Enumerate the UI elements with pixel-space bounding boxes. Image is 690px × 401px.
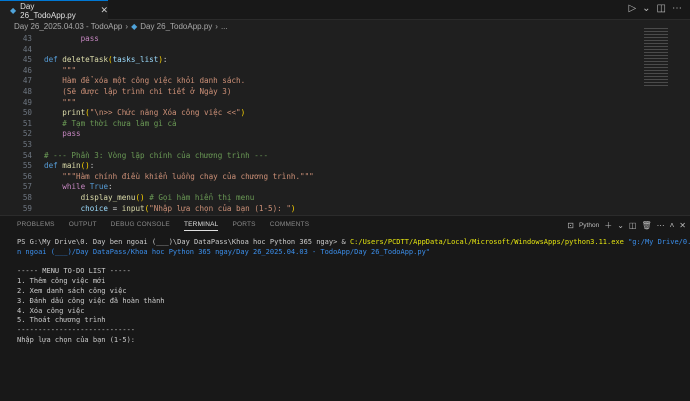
python-file-icon: ◆ <box>131 22 137 31</box>
line-number: 54 <box>0 151 32 160</box>
code-line[interactable]: # --- Phần 3: Vòng lặp chính của chương … <box>44 151 268 160</box>
line-number: 50 <box>0 108 32 117</box>
line-number: 51 <box>0 119 32 128</box>
code-line[interactable]: def main(): <box>44 161 94 170</box>
line-number: 58 <box>0 193 32 202</box>
code-line[interactable]: """ <box>44 66 76 75</box>
python-exe-path: C:/Users/PCDTT/AppData/Local/Microsoft/W… <box>350 238 624 246</box>
tab-title: Day 26_TodoApp.py <box>20 2 90 20</box>
script-path: "g:/My Drive/0. Day be <box>624 238 690 246</box>
menu-item: 4. Xóa công việc <box>17 307 84 315</box>
tab-comments[interactable]: COMMENTS <box>270 221 310 231</box>
split-terminal-icon[interactable]: ◫ <box>629 221 637 230</box>
chevron-right-icon: › <box>125 22 128 31</box>
python-file-icon: ◆ <box>10 6 16 15</box>
line-number: 59 <box>0 204 32 213</box>
run-icon[interactable]: ▷ <box>628 3 636 14</box>
breadcrumb-folder[interactable]: Day 26_2025.04.03 - TodoApp <box>14 22 122 31</box>
line-number: 46 <box>0 66 32 75</box>
code-line[interactable]: while True: <box>44 182 113 191</box>
line-number: 47 <box>0 76 32 85</box>
code-line[interactable]: """ <box>44 98 76 107</box>
code-line[interactable]: def deleteTask(tasks_list): <box>44 55 167 64</box>
tab-day26-todoapp[interactable]: ◆ Day 26_TodoApp.py ✕ <box>0 0 108 20</box>
terminal-prompt: PS G:\My Drive\0. Day ben ngoai (___)\Da… <box>17 238 350 246</box>
code-line[interactable]: Hàm để xóa một công việc khỏi danh sách. <box>44 76 245 85</box>
maximize-panel-icon[interactable]: ˄ <box>670 221 675 230</box>
chevron-down-icon[interactable]: ⌄ <box>642 3 650 14</box>
tab-ports[interactable]: PORTS <box>232 221 255 231</box>
minimap[interactable] <box>644 28 668 88</box>
script-path-cont: n ngoai (___)/Day DataPass/Khoa hoc Pyth… <box>17 248 430 256</box>
code-line[interactable]: display_menu() # Gọi hàm hiển thị menu <box>44 193 254 202</box>
line-number: 45 <box>0 55 32 64</box>
bottom-panel: PROBLEMS OUTPUT DEBUG CONSOLE TERMINAL P… <box>0 215 690 401</box>
menu-item: 5. Thoát chương trình <box>17 316 106 324</box>
chevron-right-icon: › <box>215 22 218 31</box>
code-line[interactable]: choice = input("Nhập lựa chọn của bạn (1… <box>44 204 295 213</box>
input-prompt: Nhập lựa chọn của bạn (1-5): <box>17 336 135 344</box>
close-icon[interactable]: ✕ <box>100 5 108 16</box>
menu-title: ----- MENU TO-DO LIST ----- <box>17 267 131 275</box>
line-number: 55 <box>0 161 32 170</box>
line-number: 43 <box>0 34 32 43</box>
code-line[interactable]: pass <box>44 34 99 43</box>
code-line[interactable]: """Hàm chính điều khiển luồng chạy của c… <box>44 172 314 181</box>
trash-icon[interactable]: 🗑 <box>641 221 651 230</box>
line-number: 44 <box>0 45 32 54</box>
breadcrumb: Day 26_2025.04.03 - TodoApp › ◆ Day 26_T… <box>14 20 228 33</box>
line-number: 56 <box>0 172 32 181</box>
code-line[interactable]: (Sẽ được lập trình chi tiết ở Ngày 3) <box>44 87 231 96</box>
tab-debug-console[interactable]: DEBUG CONSOLE <box>111 221 170 231</box>
more-icon[interactable]: ⋯ <box>657 221 665 230</box>
more-icon[interactable]: ⋯ <box>672 3 682 14</box>
code-line[interactable]: print("\n>> Chức năng Xóa công việc <<") <box>44 108 245 117</box>
terminal-icon: ⊡ <box>567 221 574 230</box>
line-number: 57 <box>0 182 32 191</box>
menu-item: 3. Đánh dấu công việc đã hoàn thành <box>17 297 165 305</box>
code-line[interactable]: # Tạm thời chưa làm gì cả <box>44 119 177 128</box>
line-number: 52 <box>0 129 32 138</box>
close-panel-icon[interactable]: ✕ <box>679 221 686 230</box>
tab-output[interactable]: OUTPUT <box>69 221 97 231</box>
split-editor-icon[interactable]: ◫ <box>657 3 666 14</box>
terminal-output[interactable]: PS G:\My Drive\0. Day ben ngoai (___)\Da… <box>17 238 690 346</box>
menu-item: 1. Thêm công việc mới <box>17 277 106 285</box>
line-number: 49 <box>0 98 32 107</box>
chevron-down-icon[interactable]: ⌄ <box>617 221 624 230</box>
code-editor[interactable]: 43 pass 4445 def deleteTask(tasks_list): 46… <box>0 33 640 213</box>
tab-problems[interactable]: PROBLEMS <box>17 221 55 231</box>
line-number: 53 <box>0 140 32 149</box>
menu-item: 2. Xem danh sách công việc <box>17 287 127 295</box>
tab-terminal[interactable]: TERMINAL <box>184 221 218 231</box>
new-terminal-icon[interactable]: ＋ <box>604 220 612 231</box>
terminal-shell-label[interactable]: Python <box>579 222 599 229</box>
menu-divider: ---------------------------- <box>17 326 135 334</box>
breadcrumb-more[interactable]: ... <box>221 22 228 31</box>
breadcrumb-file[interactable]: Day 26_TodoApp.py <box>140 22 212 31</box>
code-line[interactable]: pass <box>44 129 81 138</box>
editor-tab-bar: ◆ Day 26_TodoApp.py ✕ ▷ ⌄ ◫ ⋯ <box>0 0 690 20</box>
line-number: 48 <box>0 87 32 96</box>
